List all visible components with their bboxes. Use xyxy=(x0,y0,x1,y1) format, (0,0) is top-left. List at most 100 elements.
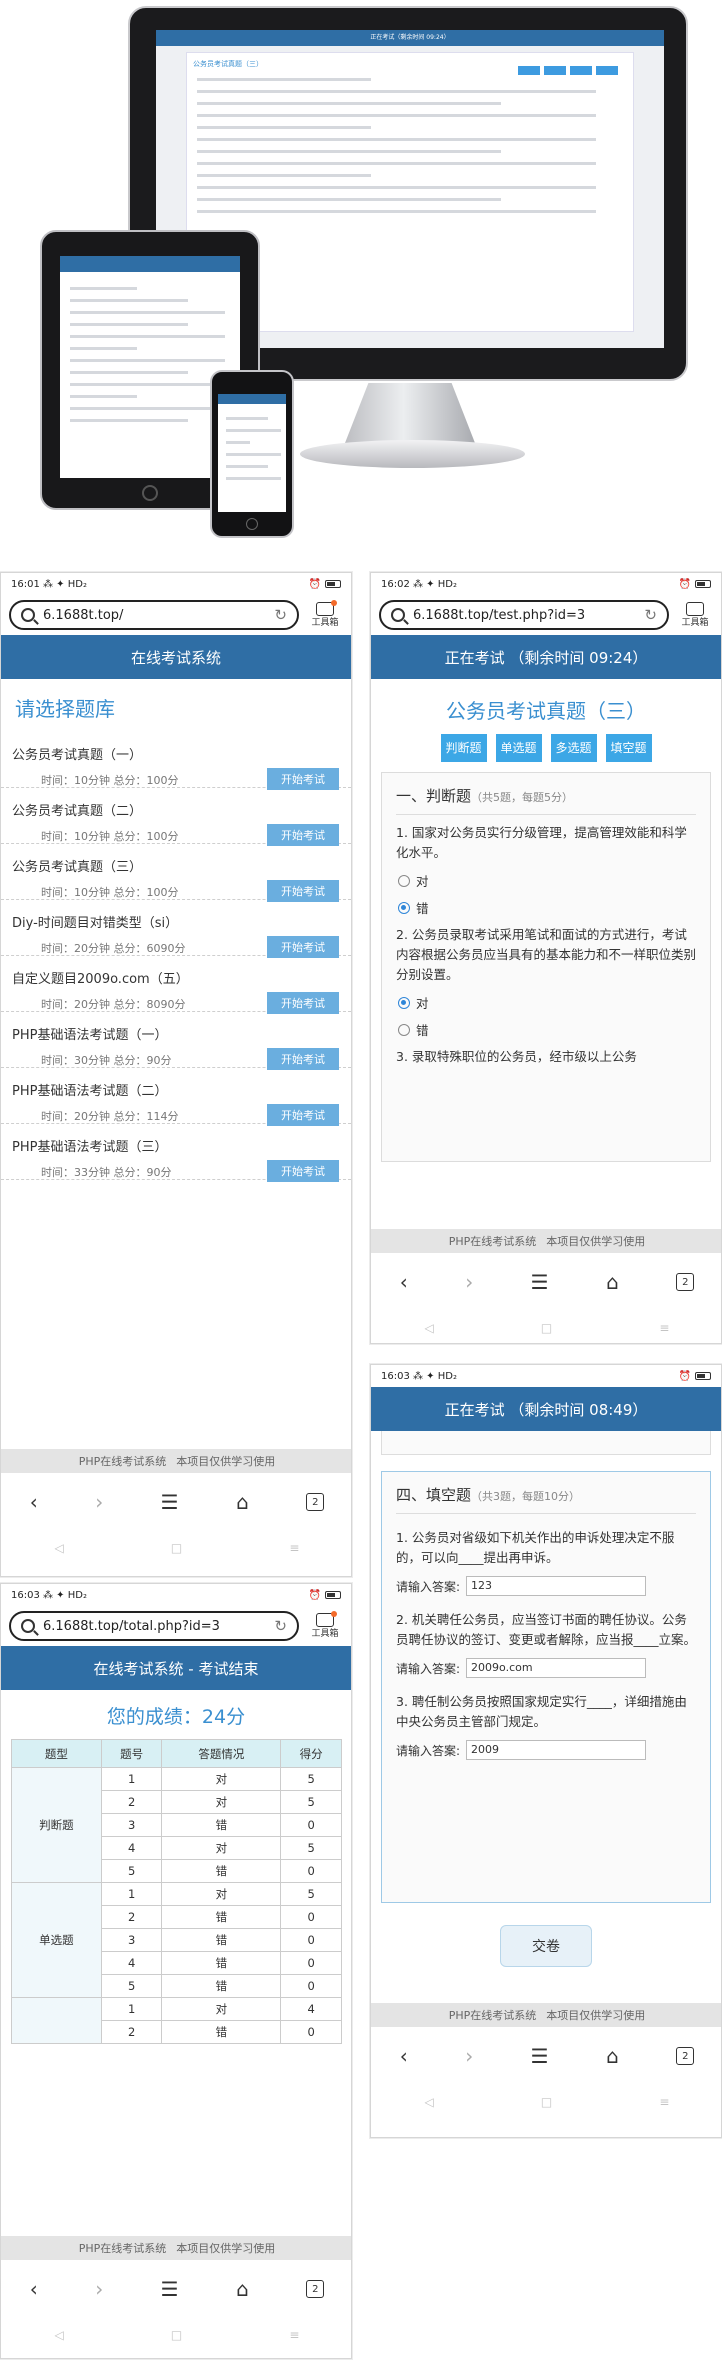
toolbox-button[interactable]: 工具箱 xyxy=(307,1610,343,1640)
exam-name: Diy-时间题目对错类型（si） xyxy=(12,916,179,931)
back-icon[interactable]: ‹ xyxy=(30,1490,38,1514)
hero-device-mockup: 正在考试（剩余时间 09:24） 公务员考试真题（三） xyxy=(0,0,722,560)
question-number-cell: 2 xyxy=(100,1790,163,1814)
tab-single[interactable]: 单选题 xyxy=(495,734,542,762)
menu-icon[interactable]: ☰ xyxy=(161,2277,179,2301)
sys-back-icon[interactable]: ◁ xyxy=(425,1321,434,1335)
exam-list-item: PHP基础语法考试题（三） 时间：33分钟 总分：90分 开始考试 xyxy=(1,1124,351,1182)
menu-icon[interactable]: ☰ xyxy=(161,1490,179,1514)
exam-meta: 时间：20分钟 总分：6090分 xyxy=(41,942,186,955)
answer-input-3[interactable]: 2009 xyxy=(466,1740,647,1760)
toolbox-button[interactable]: 工具箱 xyxy=(677,601,713,629)
toolbox-label: 工具箱 xyxy=(681,617,709,628)
start-exam-button[interactable]: 开始考试 xyxy=(267,936,339,958)
refresh-icon[interactable]: ↻ xyxy=(274,1617,287,1635)
submit-button[interactable]: 交卷 xyxy=(500,1925,592,1967)
url-text: 6.1688t.top/total.php?id=3 xyxy=(43,1618,220,1634)
search-icon xyxy=(21,1619,35,1633)
sys-back-icon[interactable]: ◁ xyxy=(55,2328,64,2342)
back-icon[interactable]: ‹ xyxy=(400,1270,408,1294)
home-icon[interactable]: ⌂ xyxy=(606,1270,619,1294)
address-bar[interactable]: 6.1688t.top/ ↻ xyxy=(9,600,299,630)
tablet-home-button xyxy=(142,485,158,501)
back-icon[interactable]: ‹ xyxy=(400,2044,408,2068)
menu-icon[interactable]: ☰ xyxy=(531,1270,549,1294)
back-icon[interactable]: ‹ xyxy=(30,2277,38,2301)
question-number-cell: 2 xyxy=(100,1905,163,1929)
q2-option-false[interactable]: 错 xyxy=(398,1020,696,1039)
home-icon[interactable]: ⌂ xyxy=(236,2277,249,2301)
tab-multi[interactable]: 多选题 xyxy=(550,734,597,762)
exam-meta: 时间：33分钟 总分：90分 xyxy=(41,1166,172,1179)
sys-back-icon[interactable]: ◁ xyxy=(55,1541,64,1555)
radio-button-selected[interactable] xyxy=(398,901,410,914)
score-cell: 0 xyxy=(280,1951,342,1975)
answer-status-cell: 错 xyxy=(161,1905,282,1929)
sys-recent-icon[interactable]: ≡ xyxy=(659,2095,669,2109)
forward-icon[interactable]: › xyxy=(465,1270,473,1294)
tab-fill[interactable]: 填空题 xyxy=(605,734,652,762)
start-exam-button[interactable]: 开始考试 xyxy=(267,1104,339,1126)
answer-input-1[interactable]: 123 xyxy=(466,1576,647,1596)
address-bar[interactable]: 6.1688t.top/test.php?id=3 ↻ xyxy=(379,600,669,630)
question-type-cell: 单选题 xyxy=(11,1882,102,1998)
start-exam-button[interactable]: 开始考试 xyxy=(267,1048,339,1070)
section-title: 一、判断题（共5题，每题5分） xyxy=(396,773,696,815)
score-cell: 0 xyxy=(280,1905,342,1929)
answer-label: 请输入答案: xyxy=(396,1743,461,1758)
forward-icon[interactable]: › xyxy=(95,1490,103,1514)
score-cell: 0 xyxy=(280,1974,342,1998)
sys-home-icon[interactable]: □ xyxy=(171,1541,182,1555)
sys-recent-icon[interactable]: ≡ xyxy=(289,2328,299,2342)
address-bar[interactable]: 6.1688t.top/total.php?id=3 ↻ xyxy=(9,1611,299,1641)
sys-home-icon[interactable]: □ xyxy=(171,2328,182,2342)
exam-meta: 时间：20分钟 总分：8090分 xyxy=(41,998,186,1011)
exam-name: 公务员考试真题（三） xyxy=(12,860,143,875)
start-exam-button[interactable]: 开始考试 xyxy=(267,824,339,846)
answer-status-cell: 对 xyxy=(161,1882,282,1906)
tabs-count-button[interactable]: 2 xyxy=(676,1273,695,1291)
question-1: 1. 国家对公务员实行分级管理，提高管理效能和科学化水平。 xyxy=(396,825,687,860)
start-exam-button[interactable]: 开始考试 xyxy=(267,992,339,1014)
radio-button[interactable] xyxy=(398,1023,410,1036)
sys-home-icon[interactable]: □ xyxy=(541,2095,552,2109)
col-header: 题型 xyxy=(11,1739,102,1768)
sys-recent-icon[interactable]: ≡ xyxy=(659,1321,669,1335)
answer-input-2[interactable]: 2009o.com xyxy=(466,1658,647,1678)
menu-icon[interactable]: ☰ xyxy=(531,2044,549,2068)
col-header: 得分 xyxy=(280,1739,342,1768)
alarm-icon: ⏰ xyxy=(308,578,321,590)
home-icon[interactable]: ⌂ xyxy=(606,2044,619,2068)
page-title-bar: 正在考试 （剩余时间 08:49） xyxy=(371,1387,721,1431)
fill-question-card: 四、填空题（共3题，每题10分） 1. 公务员对省级如下机关作出的申诉处理决定不… xyxy=(381,1471,711,1903)
radio-button[interactable] xyxy=(398,874,410,887)
status-bar: 16:03 ⁂ ✦ HD₂ ⏰ xyxy=(371,1365,721,1387)
tab-judge[interactable]: 判断题 xyxy=(440,734,487,762)
start-exam-button[interactable]: 开始考试 xyxy=(267,768,339,790)
q1-option-true[interactable]: 对 xyxy=(398,871,696,890)
radio-button-selected[interactable] xyxy=(398,996,410,1009)
forward-icon[interactable]: › xyxy=(95,2277,103,2301)
toolbox-button[interactable]: 工具箱 xyxy=(307,599,343,629)
score-cell: 4 xyxy=(280,1997,342,2021)
sys-home-icon[interactable]: □ xyxy=(541,1321,552,1335)
start-exam-button[interactable]: 开始考试 xyxy=(267,880,339,902)
q1-option-false[interactable]: 错 xyxy=(398,898,696,917)
q2-option-true[interactable]: 对 xyxy=(398,993,696,1012)
sys-recent-icon[interactable]: ≡ xyxy=(289,1541,299,1555)
tabs-count-button[interactable]: 2 xyxy=(676,2047,695,2065)
sys-back-icon[interactable]: ◁ xyxy=(425,2095,434,2109)
home-icon[interactable]: ⌂ xyxy=(236,1490,249,1514)
browser-nav: ‹ › ☰ ⌂ 2 xyxy=(1,2260,351,2318)
fill-question-3: 3. 聘任制公务员按照国家规定实行____，详细措施由中央公务员主管部门规定。 xyxy=(396,1694,687,1729)
status-bar: 16:03 ⁂ ✦ HD₂ ⏰ xyxy=(1,1584,351,1606)
question-number-cell: 1 xyxy=(100,1997,163,2021)
refresh-icon[interactable]: ↻ xyxy=(644,606,657,624)
question-type-cell xyxy=(11,1997,102,2044)
alarm-icon: ⏰ xyxy=(308,1589,321,1601)
start-exam-button[interactable]: 开始考试 xyxy=(267,1160,339,1182)
forward-icon[interactable]: › xyxy=(465,2044,473,2068)
tabs-count-button[interactable]: 2 xyxy=(306,2280,325,2298)
tabs-count-button[interactable]: 2 xyxy=(306,1493,325,1511)
refresh-icon[interactable]: ↻ xyxy=(274,606,287,624)
